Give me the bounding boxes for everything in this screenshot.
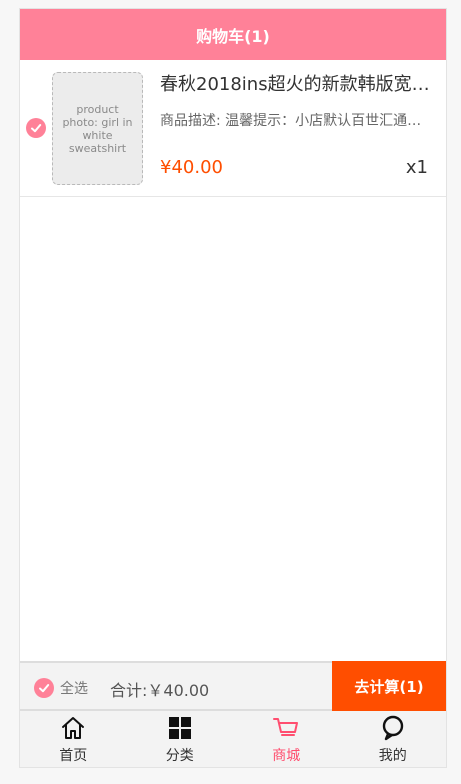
- tab-mall-label: 商城: [272, 748, 301, 764]
- product-title[interactable]: 春秋2018ins超火的新款韩版宽松卫衣女: [160, 70, 432, 96]
- tab-profile-label: 我的: [378, 748, 407, 764]
- item-checkbox[interactable]: [26, 118, 46, 138]
- product-image-label: product photo: girl in white sweatshirt: [62, 102, 133, 155]
- page-title: 购物车(1): [196, 26, 270, 46]
- app-frame: 购物车(1) product photo: girl in white swea…: [19, 8, 447, 768]
- home-icon: [60, 715, 86, 741]
- tab-mall[interactable]: 商城: [233, 711, 340, 767]
- cart-icon: [273, 715, 299, 741]
- tab-category[interactable]: 分类: [127, 711, 234, 767]
- product-quantity: x1: [405, 157, 428, 178]
- header-bar: 购物车(1): [20, 9, 446, 60]
- product-description: 商品描述: 温馨提示：小店默认百世汇通快递: [160, 113, 426, 129]
- product-price: ¥40.00: [160, 157, 223, 178]
- tab-bar: 首页 分类 商城 我的: [20, 711, 447, 767]
- tab-category-label: 分类: [165, 748, 194, 764]
- tab-profile[interactable]: 我的: [340, 711, 447, 767]
- product-image[interactable]: product photo: girl in white sweatshirt: [52, 72, 143, 185]
- checkout-bar: 全选 合计:￥40.00 去计算(1): [20, 661, 446, 711]
- check-icon: [31, 124, 42, 133]
- checkout-button[interactable]: 去计算(1): [332, 661, 446, 711]
- user-icon: [380, 715, 406, 741]
- check-icon: [39, 684, 50, 693]
- total-price: 合计:￥40.00: [110, 681, 210, 700]
- grid-icon: [167, 715, 193, 741]
- select-all-label[interactable]: 全选: [60, 678, 88, 698]
- select-all-checkbox[interactable]: [34, 678, 54, 698]
- tab-home-label: 首页: [59, 748, 88, 764]
- tab-home[interactable]: 首页: [20, 711, 127, 767]
- cart-item[interactable]: product photo: girl in white sweatshirt …: [20, 60, 446, 197]
